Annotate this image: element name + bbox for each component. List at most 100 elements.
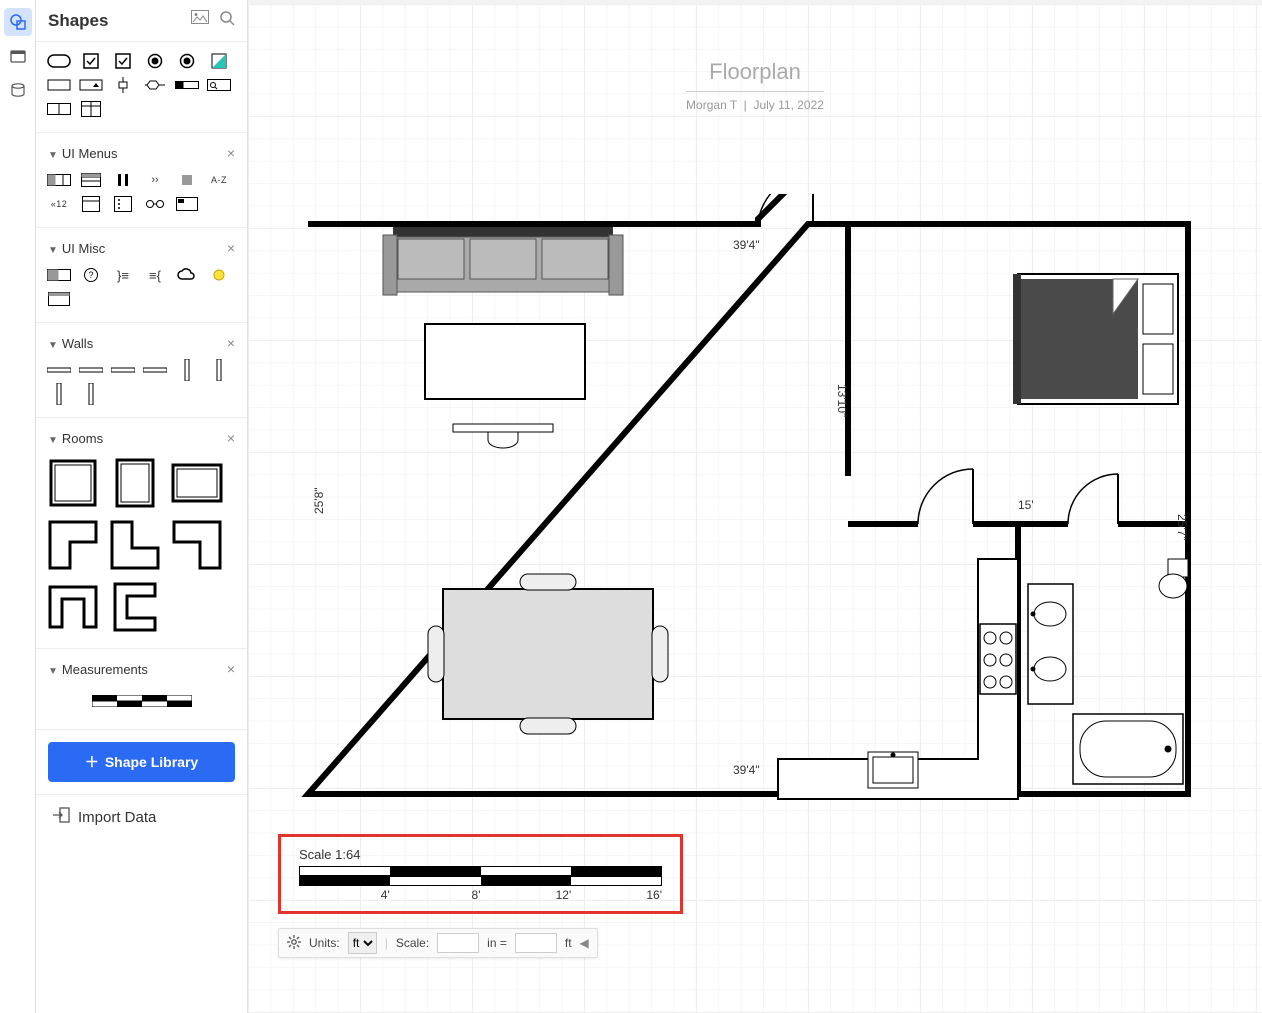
shape-lt12[interactable]: «12 bbox=[46, 195, 72, 213]
collapse-icon[interactable]: ◀ bbox=[580, 936, 589, 950]
dim-bath: 25'7" bbox=[1175, 514, 1189, 541]
shape-tabbar[interactable] bbox=[46, 171, 72, 189]
chevron-down-icon: ▼ bbox=[48, 340, 58, 351]
room-l-2[interactable] bbox=[108, 518, 162, 572]
furniture-stove bbox=[980, 624, 1016, 694]
shape-wall-v2[interactable] bbox=[206, 361, 232, 379]
floorplan-drawing[interactable]: 39'4" 39'4" 25'8" 13'10" 15' 25'7" bbox=[278, 194, 1218, 814]
room-u-1[interactable] bbox=[46, 580, 100, 634]
shape-window[interactable] bbox=[46, 290, 72, 308]
shape-list[interactable] bbox=[78, 171, 104, 189]
shape-wall-h4[interactable] bbox=[142, 361, 168, 379]
close-icon[interactable]: × bbox=[227, 661, 235, 677]
shape-slider-vert[interactable] bbox=[110, 76, 136, 94]
dim-hall: 15' bbox=[1018, 498, 1034, 512]
shape-table-2col[interactable] bbox=[78, 100, 104, 118]
gear-icon[interactable] bbox=[287, 935, 301, 952]
chevron-down-icon: ▼ bbox=[48, 435, 58, 446]
chevron-down-icon: ▼ bbox=[48, 150, 58, 161]
scale-label-bar: Scale: bbox=[396, 936, 429, 950]
shape-library-button[interactable]: ＋ Shape Library bbox=[48, 742, 235, 782]
section-label: Walls bbox=[62, 336, 93, 351]
canvas[interactable]: Floorplan Morgan T | July 11, 2022 bbox=[248, 0, 1262, 1013]
shape-ff[interactable]: ›› bbox=[142, 171, 168, 189]
import-icon bbox=[52, 807, 70, 827]
scale-in-input[interactable] bbox=[437, 933, 479, 953]
room-l-3[interactable] bbox=[170, 518, 224, 572]
furniture-couch bbox=[383, 227, 623, 295]
shape-wall-v4[interactable] bbox=[78, 385, 104, 403]
shape-lines-brace[interactable]: ≡{ bbox=[142, 266, 168, 284]
section-header-ui-menus[interactable]: ▼ UI Menus × bbox=[46, 139, 237, 167]
room-wide[interactable] bbox=[170, 456, 224, 510]
svg-text:?: ? bbox=[88, 270, 93, 280]
chevron-down-icon: ▼ bbox=[48, 666, 58, 677]
shape-status-dot[interactable] bbox=[206, 266, 232, 284]
shape-rounded-rect[interactable] bbox=[46, 52, 72, 70]
shape-panel-dots[interactable] bbox=[110, 195, 136, 213]
shape-cloud[interactable] bbox=[174, 266, 200, 284]
panel-title: Shapes bbox=[48, 11, 108, 31]
shape-wall-h2[interactable] bbox=[78, 361, 104, 379]
dim-left: 25'8" bbox=[312, 487, 326, 514]
close-icon[interactable]: × bbox=[227, 430, 235, 446]
shape-dropdown[interactable] bbox=[78, 76, 104, 94]
scale-ft-input[interactable] bbox=[515, 933, 557, 953]
room-l-1[interactable] bbox=[46, 518, 100, 572]
section-ui-misc: ▼UI Misc × ? }≡ ≡{ bbox=[36, 228, 247, 323]
shape-radio[interactable] bbox=[142, 52, 168, 70]
shape-split-input[interactable] bbox=[46, 100, 72, 118]
scale-bar: 4' 8' 12' 16' bbox=[299, 866, 662, 902]
scale-bar-highlight[interactable]: Scale 1:64 4' 8' 12' 16' bbox=[278, 834, 683, 914]
rail-page-icon[interactable] bbox=[4, 42, 32, 70]
page-title[interactable]: Floorplan bbox=[686, 59, 824, 92]
shape-wall-v1[interactable] bbox=[174, 361, 200, 379]
shape-checkbox[interactable] bbox=[78, 52, 104, 70]
shape-slider-horiz[interactable] bbox=[142, 76, 168, 94]
close-icon[interactable]: × bbox=[227, 145, 235, 161]
section-header-walls[interactable]: ▼ Walls × bbox=[46, 329, 237, 357]
left-rail bbox=[0, 0, 36, 1013]
section-header-ui-misc[interactable]: ▼UI Misc × bbox=[46, 234, 237, 262]
shape-scale-bar[interactable] bbox=[92, 693, 192, 709]
room-tall[interactable] bbox=[108, 456, 162, 510]
close-icon[interactable]: × bbox=[227, 240, 235, 256]
shape-toggle[interactable] bbox=[46, 266, 72, 284]
shape-brace-lines[interactable]: }≡ bbox=[110, 266, 136, 284]
shape-color-chip[interactable] bbox=[206, 52, 232, 70]
shape-wall-v3[interactable] bbox=[46, 385, 72, 403]
shape-library-label: Shape Library bbox=[105, 754, 198, 770]
shape-link-chain[interactable] bbox=[142, 195, 168, 213]
room-square[interactable] bbox=[46, 456, 100, 510]
shape-wall-h1[interactable] bbox=[46, 361, 72, 379]
import-data-button[interactable]: Import Data bbox=[36, 794, 247, 839]
shape-stop[interactable] bbox=[174, 171, 200, 189]
dim-bottom: 39'4" bbox=[733, 763, 760, 777]
shape-pause[interactable] bbox=[110, 171, 136, 189]
page-title-block: Floorplan Morgan T | July 11, 2022 bbox=[686, 59, 824, 112]
section-header-rooms[interactable]: ▼Rooms × bbox=[46, 424, 237, 452]
shape-wall-h3[interactable] bbox=[110, 361, 136, 379]
section-walls: ▼ Walls × bbox=[36, 323, 247, 418]
image-icon[interactable] bbox=[191, 10, 209, 31]
shape-panel[interactable] bbox=[78, 195, 104, 213]
shape-card[interactable] bbox=[174, 195, 200, 213]
rail-data-icon[interactable] bbox=[4, 76, 32, 104]
units-select[interactable]: ft bbox=[348, 932, 377, 954]
close-icon[interactable]: × bbox=[227, 335, 235, 351]
section-ui-menus: ▼ UI Menus × ›› A-Z «12 bbox=[36, 133, 247, 228]
search-icon[interactable] bbox=[219, 10, 235, 31]
page-date: July 11, 2022 bbox=[753, 98, 824, 112]
shape-radio-2[interactable] bbox=[174, 52, 200, 70]
shape-checkbox-2[interactable] bbox=[110, 52, 136, 70]
shape-input[interactable] bbox=[46, 76, 72, 94]
room-u-2[interactable] bbox=[108, 580, 162, 634]
shape-search-field[interactable] bbox=[206, 76, 232, 94]
section-label: UI Menus bbox=[62, 146, 118, 161]
section-header-measurements[interactable]: ▼Measurements × bbox=[46, 655, 237, 683]
shape-progress[interactable] bbox=[174, 76, 200, 94]
rail-shapes-icon[interactable] bbox=[4, 8, 32, 36]
scale-label: Scale 1:64 bbox=[299, 847, 662, 862]
shape-help[interactable]: ? bbox=[78, 266, 104, 284]
shape-sort[interactable]: A-Z bbox=[206, 171, 232, 189]
